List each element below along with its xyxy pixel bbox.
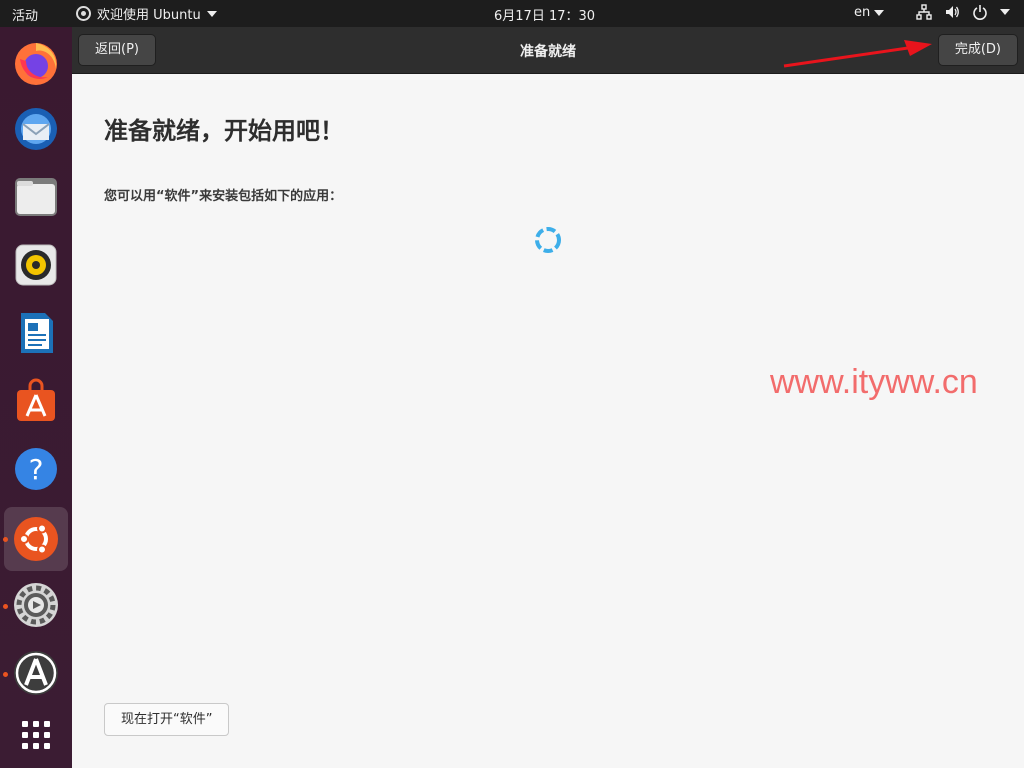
writer-icon bbox=[21, 313, 53, 353]
app-menu-label: 欢迎使用 Ubuntu bbox=[97, 8, 201, 23]
clock[interactable]: 6月17日 17：30 bbox=[494, 5, 595, 24]
running-indicator bbox=[3, 672, 8, 677]
top-bar: 活动 欢迎使用 Ubuntu 6月17日 17：30 en bbox=[0, 0, 1024, 27]
system-tray[interactable] bbox=[916, 4, 1010, 20]
power-icon bbox=[973, 5, 987, 20]
dock: ? bbox=[0, 27, 72, 768]
chevron-down-icon bbox=[1000, 9, 1010, 15]
app-menu[interactable]: 欢迎使用 Ubuntu bbox=[76, 4, 217, 23]
thunderbird-icon bbox=[15, 108, 57, 150]
installer-window: 返回(P) 准备就绪 完成(D) 准备就绪，开始用吧！ 您可以用“软件”来安装包… bbox=[72, 27, 1024, 768]
dock-item-settings[interactable] bbox=[4, 573, 68, 637]
open-software-button[interactable]: 现在打开“软件” bbox=[104, 703, 230, 736]
annotation-arrow-icon bbox=[783, 40, 932, 68]
done-button[interactable]: 完成(D) bbox=[937, 34, 1018, 66]
watermark: www.ityww.cn bbox=[770, 363, 978, 401]
language-label: en bbox=[854, 5, 871, 20]
dock-item-files[interactable] bbox=[4, 165, 68, 229]
app-grid-icon bbox=[22, 721, 50, 749]
running-indicator bbox=[3, 604, 8, 609]
chevron-down-icon bbox=[874, 9, 885, 16]
files-icon bbox=[15, 178, 57, 216]
chevron-down-icon bbox=[206, 10, 217, 17]
show-applications-button[interactable] bbox=[4, 703, 68, 767]
dock-item-firefox[interactable] bbox=[4, 31, 68, 95]
volume-icon bbox=[946, 6, 959, 18]
loading-spinner-icon bbox=[535, 227, 561, 253]
gear-icon bbox=[76, 6, 91, 21]
page-heading: 准备就绪，开始用吧！ bbox=[104, 117, 344, 145]
settings-icon bbox=[14, 583, 58, 627]
dock-item-thunderbird[interactable] bbox=[4, 97, 68, 161]
dock-item-updater[interactable] bbox=[4, 641, 68, 705]
dock-item-rhythmbox[interactable] bbox=[4, 233, 68, 297]
dock-item-help[interactable]: ? bbox=[4, 437, 68, 501]
network-icon bbox=[916, 4, 932, 20]
language-menu[interactable]: en bbox=[854, 5, 885, 20]
activities-button[interactable]: 活动 bbox=[12, 5, 38, 24]
dock-item-welcome[interactable] bbox=[4, 507, 68, 571]
help-glyph: ? bbox=[29, 453, 44, 486]
dock-item-software[interactable] bbox=[4, 369, 68, 433]
dock-item-writer[interactable] bbox=[4, 301, 68, 365]
rhythmbox-icon bbox=[15, 244, 57, 286]
updater-icon bbox=[14, 651, 58, 695]
running-indicator bbox=[3, 537, 8, 542]
ubuntu-icon bbox=[14, 517, 58, 561]
help-icon: ? bbox=[15, 448, 57, 490]
firefox-icon bbox=[15, 43, 57, 85]
software-icon bbox=[17, 378, 55, 421]
page-subtext: 您可以用“软件”来安装包括如下的应用： bbox=[104, 189, 343, 204]
